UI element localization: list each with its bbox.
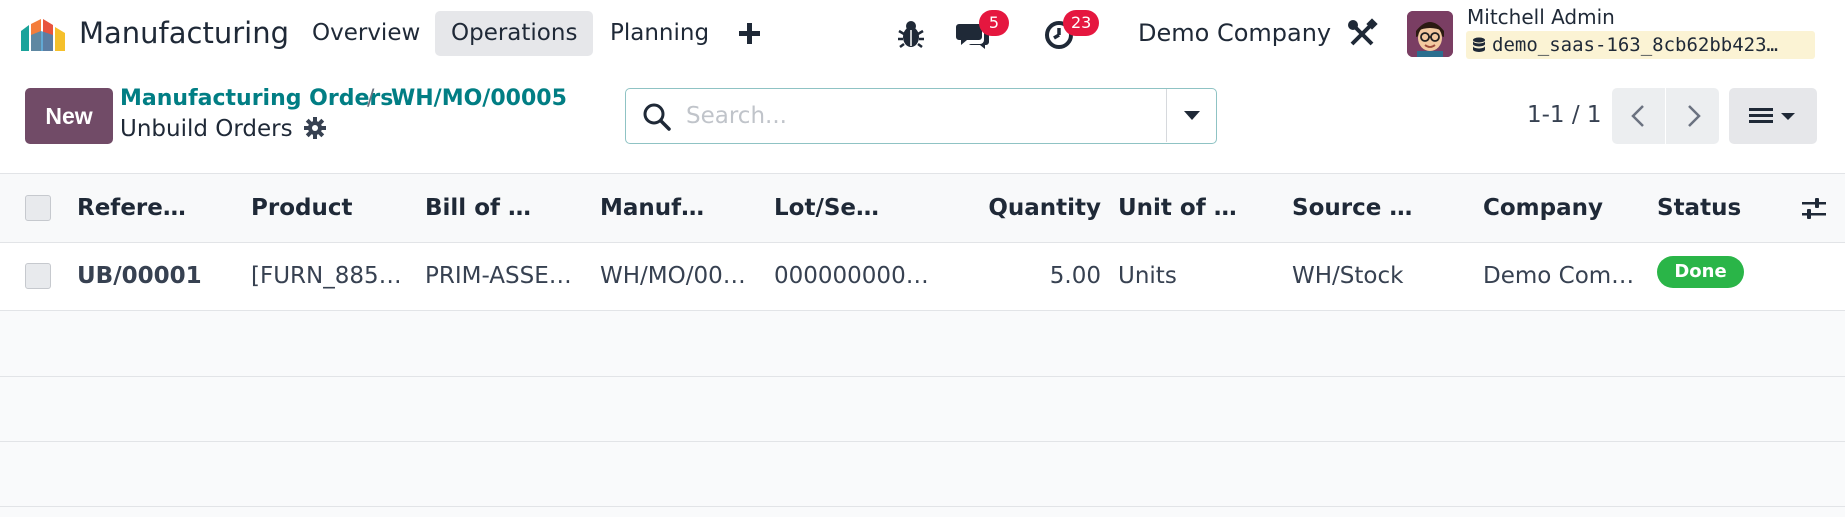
column-status[interactable]: Status [1657,174,1741,242]
pager-previous-button[interactable] [1612,88,1665,144]
cell-lot-serial: 000000000… [774,263,929,289]
cell-source-location: WH/Stock [1292,263,1404,289]
caret-down-icon [1184,111,1200,120]
chevron-right-icon [1688,105,1701,127]
column-quantity[interactable]: Quantity [988,174,1101,242]
column-reference[interactable]: Refere… [77,174,186,242]
list-view-icon [1749,108,1795,123]
status-badge: Done [1657,256,1744,288]
empty-list-area [0,311,1845,517]
table-row[interactable]: UB/00001 [FURN_885… PRIM-ASSE… WH/MO/00…… [0,243,1845,311]
search-icon [642,102,672,132]
search-box [625,88,1217,144]
debug-bug-icon[interactable] [893,16,929,52]
row-divider [0,376,1845,377]
row-divider [0,441,1845,442]
column-product[interactable]: Product [251,174,352,242]
cell-reference: UB/00001 [77,263,202,289]
pager-next-button[interactable] [1666,88,1719,144]
manufacturing-app-icon[interactable] [19,17,67,51]
app-name[interactable]: Manufacturing [79,14,289,52]
plus-icon[interactable] [736,14,764,52]
column-bill-of-materials[interactable]: Bill of … [425,174,531,242]
menu-planning[interactable]: Planning [594,11,725,56]
breadcrumb-separator: / [367,86,375,111]
activities-count-badge: 23 [1063,10,1100,36]
cell-company: Demo Com… [1483,263,1635,289]
page-title: Unbuild Orders [120,116,293,142]
database-icon [1472,33,1486,52]
column-unit-of-measure[interactable]: Unit of … [1118,174,1237,242]
new-button[interactable]: New [25,88,113,144]
tools-wrench-icon[interactable] [1344,16,1380,52]
menu-operations[interactable]: Operations [435,11,594,56]
menu-overview[interactable]: Overview [296,11,436,56]
breadcrumb-manufacturing-orders[interactable]: Manufacturing Orders [120,84,393,114]
company-switcher[interactable]: Demo Company [1138,14,1331,52]
row-checkbox[interactable] [25,263,51,289]
cell-unit-of-measure: Units [1118,263,1177,289]
list-view-switcher[interactable] [1729,88,1817,144]
user-avatar[interactable] [1407,11,1453,57]
list-header: Refere… Product Bill of … Manuf… Lot/Se…… [0,173,1845,243]
optional-columns-sliders-icon[interactable] [1801,196,1827,222]
column-lot-serial[interactable]: Lot/Se… [774,174,879,242]
search-input[interactable] [686,97,1186,135]
gear-icon[interactable] [303,116,327,140]
top-navbar: Manufacturing Overview Operations Planni… [0,0,1845,68]
search-options-toggle[interactable] [1166,89,1216,142]
messages-count-badge: 5 [979,10,1009,36]
select-all-checkbox[interactable] [25,195,51,221]
cell-quantity: 5.00 [1049,263,1101,289]
database-name-text: demo_saas-163_8cb62bb423… [1492,34,1778,56]
user-name[interactable]: Mitchell Admin [1467,4,1615,30]
cell-product: [FURN_885… [251,263,402,289]
column-manufacturing-order[interactable]: Manuf… [600,174,704,242]
chevron-left-icon [1631,105,1644,127]
database-name: demo_saas-163_8cb62bb423… [1466,31,1815,59]
cell-manufacturing-order: WH/MO/00… [600,263,746,289]
row-divider [0,506,1845,507]
pager-value[interactable]: 1-1 / 1 [1527,99,1602,131]
breadcrumb-wh-mo-00005[interactable]: WH/MO/00005 [391,84,567,114]
column-company[interactable]: Company [1483,174,1603,242]
column-source-location[interactable]: Source … [1292,174,1412,242]
cell-bill-of-materials: PRIM-ASSE… [425,263,572,289]
